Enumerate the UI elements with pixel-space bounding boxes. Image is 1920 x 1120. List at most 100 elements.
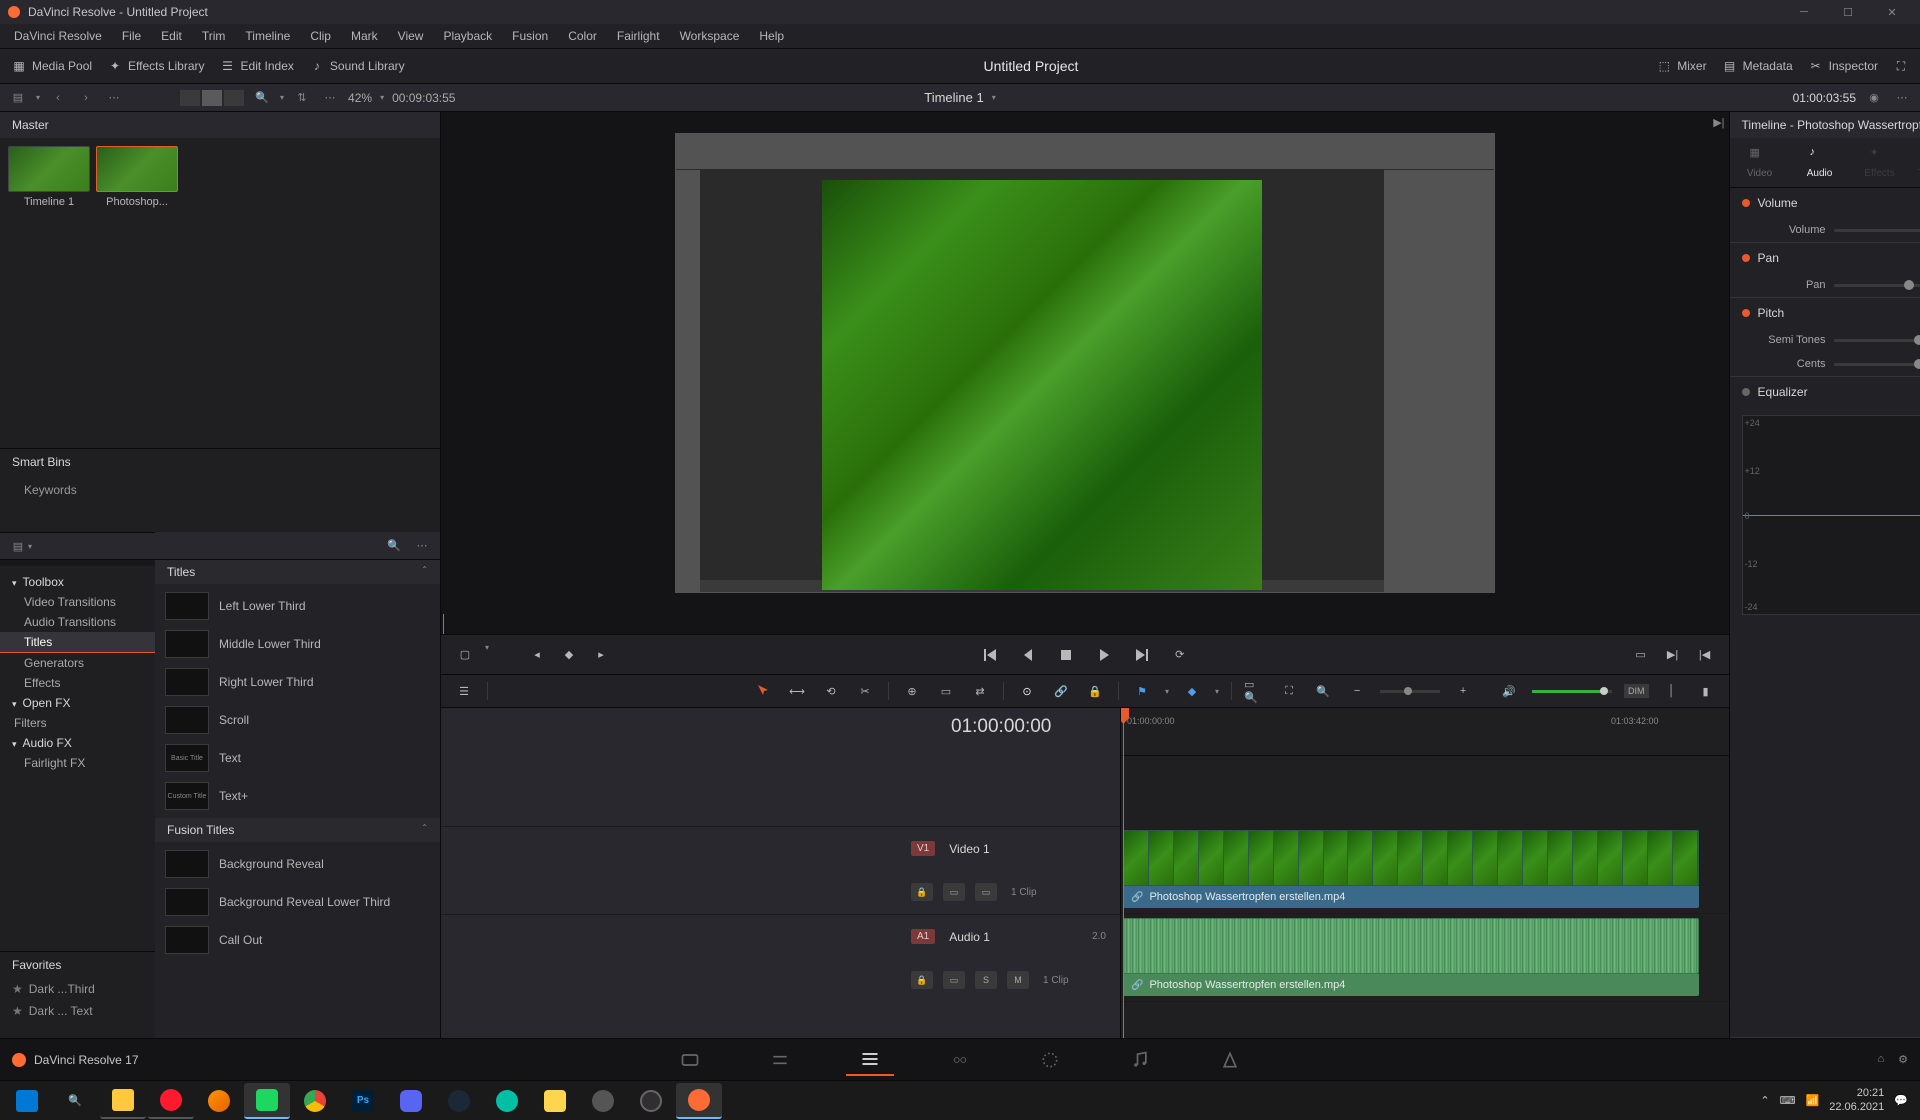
chevron-down-icon[interactable]: ▾	[1165, 687, 1169, 696]
timeline-name[interactable]: Timeline 1	[924, 90, 983, 105]
menu-trim[interactable]: Trim	[192, 25, 236, 47]
title-item[interactable]: Middle Lower Third	[159, 626, 436, 662]
audio-track-badge[interactable]: A1	[911, 929, 935, 944]
tree-audio-transitions[interactable]: Audio Transitions	[0, 612, 155, 632]
pitch-section-title[interactable]: Pitch	[1758, 306, 1920, 320]
match-frame-button[interactable]: ▭	[1629, 643, 1653, 667]
video-track-lane[interactable]: 🔗 Photoshop Wassertropfen erstellen.mp4	[1121, 826, 1729, 914]
menu-timeline[interactable]: Timeline	[235, 25, 300, 47]
monitor-mute-button[interactable]: 🔊	[1498, 680, 1520, 702]
prev-frame-button[interactable]	[1016, 643, 1040, 667]
edit-index-toggle[interactable]: ☰ Edit Index	[221, 59, 294, 73]
smartbins-header[interactable]: Smart Bins	[0, 448, 440, 475]
tree-openfx[interactable]: Open FX	[0, 693, 155, 713]
volume-section-title[interactable]: Volume	[1758, 196, 1920, 210]
menu-fairlight[interactable]: Fairlight	[607, 25, 670, 47]
track-mute-button[interactable]: M	[1007, 971, 1029, 989]
collapse-icon[interactable]: ⌃	[421, 823, 428, 837]
equalizer-graph[interactable]: +24 +12 0 -12 -24 +24 +12 0 -12 -24	[1742, 415, 1920, 615]
resolve-button[interactable]	[676, 1083, 722, 1119]
favorite-item[interactable]: ★Dark ...Third	[0, 978, 155, 1000]
page-cut[interactable]	[756, 1044, 804, 1076]
menu-view[interactable]: View	[388, 25, 434, 47]
search-button[interactable]: 🔍	[252, 88, 272, 108]
window-maximize-button[interactable]: ☐	[1828, 2, 1868, 22]
tree-video-transitions[interactable]: Video Transitions	[0, 592, 155, 612]
opera-button[interactable]	[148, 1083, 194, 1119]
inspector-tab-audio[interactable]: ♪Audio	[1790, 146, 1850, 179]
audio-clip[interactable]	[1123, 918, 1699, 974]
track-enable-button[interactable]: ▭	[975, 883, 997, 901]
effects-library-toggle[interactable]: ✦ Effects Library	[108, 59, 204, 73]
overwrite-clip-button[interactable]: ▭	[935, 680, 957, 702]
menu-help[interactable]: Help	[749, 25, 794, 47]
link-toggle[interactable]: 🔗	[1050, 680, 1072, 702]
clip-thumbnail[interactable]: Timeline 1	[8, 146, 90, 440]
menu-mark[interactable]: Mark	[341, 25, 388, 47]
title-item[interactable]: Custom TitleText+	[159, 778, 436, 814]
insert-clip-button[interactable]: ⊕	[901, 680, 923, 702]
viewer-scrubber[interactable]	[441, 614, 1729, 634]
snapping-toggle[interactable]: ⊙	[1016, 680, 1038, 702]
chevron-down-icon[interactable]: ▾	[1215, 687, 1219, 696]
clip-thumbnail[interactable]: Photoshop...	[96, 146, 178, 440]
nav-back-button[interactable]: ‹	[48, 88, 68, 108]
timeline-tracks[interactable]: 01:00:00:00 01:03:42:00 01:07:24:00 🔗 Ph…	[1121, 708, 1729, 1038]
go-to-end-icon[interactable]: ▶|	[1713, 116, 1724, 129]
timeline-view-options[interactable]: ☰	[453, 680, 475, 702]
cents-slider[interactable]	[1834, 363, 1920, 366]
monitor-volume-slider[interactable]	[1532, 690, 1612, 693]
app3-button[interactable]	[532, 1083, 578, 1119]
jump-end-button[interactable]	[1130, 643, 1154, 667]
tree-generators[interactable]: Generators	[0, 653, 155, 673]
zoom-fit-button[interactable]: ⛶	[1278, 680, 1300, 702]
chevron-down-icon[interactable]: ▾	[485, 643, 489, 667]
chevron-down-icon[interactable]: ▾	[28, 542, 32, 551]
eq-section-title[interactable]: Equalizer	[1758, 385, 1920, 399]
dim-button[interactable]: DIM	[1624, 684, 1649, 698]
more-button[interactable]: ⋯	[104, 88, 124, 108]
timeline-timecode[interactable]: 01:00:00:00	[441, 708, 1120, 756]
track-auto-select-button[interactable]: ▭	[943, 883, 965, 901]
chevron-down-icon[interactable]: ▾	[36, 93, 40, 102]
bin-view-button[interactable]: ▤	[8, 88, 28, 108]
zoom-selection-button[interactable]: ▭🔍	[1244, 680, 1266, 702]
favorites-header[interactable]: Favorites	[0, 951, 155, 978]
effects-layout-button[interactable]: ▤	[8, 536, 28, 556]
lock-toggle[interactable]: 🔒	[1084, 680, 1106, 702]
audio-track-name[interactable]: Audio 1	[949, 930, 990, 944]
tree-titles[interactable]: Titles	[0, 632, 155, 653]
tray-expand-icon[interactable]: ⌃	[1760, 1094, 1769, 1107]
nav-fwd-button[interactable]: ›	[76, 88, 96, 108]
semitones-slider[interactable]	[1834, 339, 1920, 342]
settings-icon[interactable]: ⚙	[1898, 1053, 1908, 1066]
app-button[interactable]	[244, 1083, 290, 1119]
menu-workspace[interactable]: Workspace	[670, 25, 750, 47]
zoom-percent[interactable]: 42%	[348, 91, 372, 105]
zoom-in-button[interactable]: +	[1452, 680, 1474, 702]
video-clip[interactable]	[1123, 830, 1699, 886]
viewer-canvas[interactable]: ▶|	[441, 112, 1729, 614]
menu-clip[interactable]: Clip	[300, 25, 341, 47]
inspector-tab-transition[interactable]: ⇄Transition	[1910, 146, 1920, 179]
title-item[interactable]: Right Lower Third	[159, 664, 436, 700]
view-list-button[interactable]	[224, 90, 244, 106]
next-edit-button[interactable]: ▶|	[1661, 643, 1685, 667]
blade-tool[interactable]: ✂	[854, 680, 876, 702]
start-button[interactable]	[4, 1083, 50, 1119]
section-enable-dot[interactable]	[1742, 388, 1750, 396]
prev-marker-button[interactable]: ◂	[525, 643, 549, 667]
master-bin-header[interactable]: Master	[0, 112, 440, 138]
smartbin-keywords[interactable]: Keywords	[0, 479, 440, 501]
playhead[interactable]	[1123, 708, 1124, 1038]
video-track-badge[interactable]: V1	[911, 841, 935, 856]
tray-notifications-icon[interactable]: 💬	[1894, 1094, 1908, 1107]
inspector-tab-effects[interactable]: ✦Effects	[1850, 146, 1910, 179]
selection-tool[interactable]	[752, 680, 774, 702]
marker-button[interactable]: ◆	[1181, 680, 1203, 702]
page-color[interactable]	[1026, 1044, 1074, 1076]
section-enable-dot[interactable]	[1742, 254, 1750, 262]
tree-fairlight[interactable]: Fairlight FX	[0, 753, 155, 773]
title-item[interactable]: Left Lower Third	[159, 588, 436, 624]
timeline-ruler[interactable]: 01:00:00:00 01:03:42:00 01:07:24:00	[1121, 708, 1729, 756]
